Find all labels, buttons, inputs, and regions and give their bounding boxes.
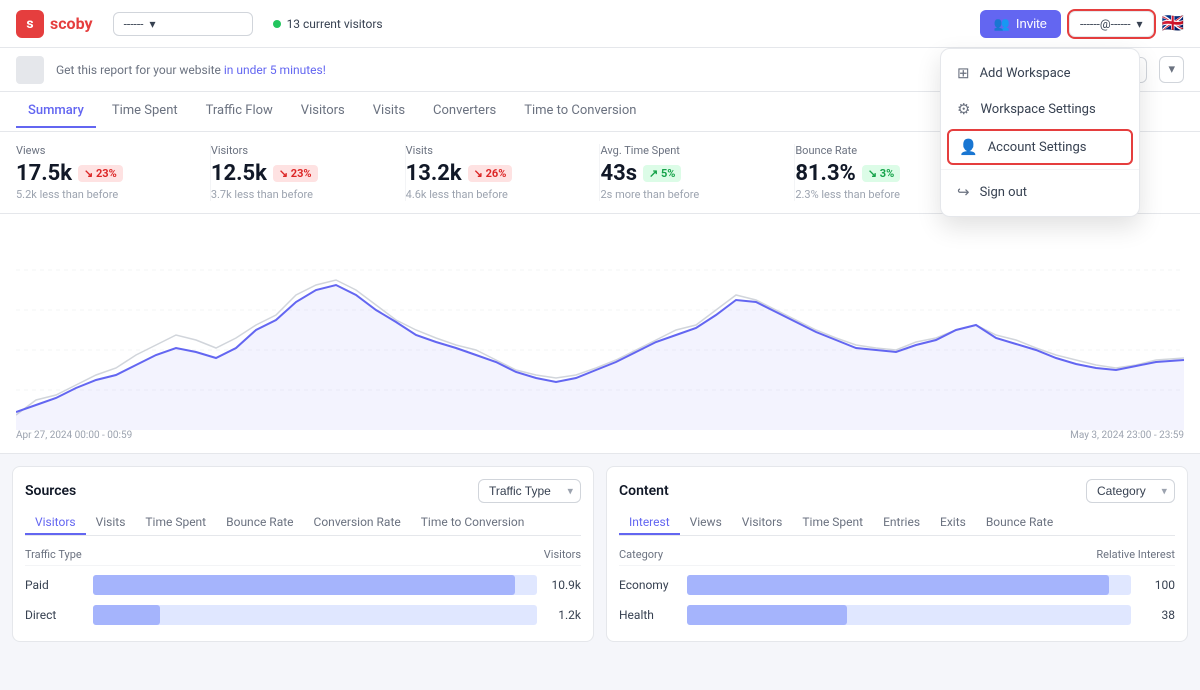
account-button[interactable]: ------@------ ▾ xyxy=(1069,11,1154,37)
expand-icon: ▾ xyxy=(1168,62,1175,77)
dropdown-divider xyxy=(941,169,1139,170)
avg-time-badge: ↗ 5% xyxy=(643,165,681,182)
main-chart xyxy=(16,230,1184,430)
chevron-down-icon: ▾ xyxy=(149,17,155,31)
sign-out-item[interactable]: ↪ Sign out xyxy=(941,174,1139,210)
content-title: Content xyxy=(619,483,669,499)
sources-tab-visitors[interactable]: Visitors xyxy=(25,511,86,535)
content-select-wrapper: Category xyxy=(1086,479,1175,503)
workspace-settings-label: Workspace Settings xyxy=(980,102,1095,117)
stat-visitors: Visitors 12.5k ↘ 23% 3.7k less than befo… xyxy=(211,144,406,201)
content-tabs: Interest Views Visitors Time Spent Entri… xyxy=(619,511,1175,536)
chart-area: Apr 27, 2024 00:00 - 00:59 May 3, 2024 2… xyxy=(0,214,1200,454)
chart-time-left: Apr 27, 2024 00:00 - 00:59 xyxy=(16,430,132,441)
chart-time-right: May 3, 2024 23:00 - 23:59 xyxy=(1070,430,1184,441)
report-notice: Get this report for your website in unde… xyxy=(56,63,326,77)
content-col2: Relative Interest xyxy=(1096,548,1175,561)
bounce-badge: ↘ 3% xyxy=(862,165,900,182)
sources-tab-visits[interactable]: Visits xyxy=(86,511,136,535)
workspace-settings-item[interactable]: ⚙ Workspace Settings xyxy=(941,91,1139,127)
stat-avg-time: Avg. Time Spent 43s ↗ 5% 2s more than be… xyxy=(600,144,795,201)
economy-bar xyxy=(687,575,1131,595)
content-table-header: Category Relative Interest xyxy=(619,544,1175,566)
content-tab-entries[interactable]: Entries xyxy=(873,511,930,535)
add-workspace-label: Add Workspace xyxy=(980,66,1071,81)
direct-bar xyxy=(93,605,537,625)
content-panel: Content Category Interest Views Visitors… xyxy=(606,466,1188,642)
signout-icon: ↪ xyxy=(957,183,970,201)
flag-icon: 🇬🇧 xyxy=(1162,13,1184,34)
invite-button[interactable]: 👥 Invite xyxy=(980,10,1061,38)
content-select[interactable]: Category xyxy=(1086,479,1175,503)
logo-text: scoby xyxy=(50,14,93,33)
sources-select-wrapper: Traffic Type xyxy=(478,479,581,503)
expand-button[interactable]: ▾ xyxy=(1159,56,1184,83)
header-right: 👥 Invite ------@------ ▾ 🇬🇧 xyxy=(980,10,1184,38)
sources-panel: Sources Traffic Type Visitors Visits Tim… xyxy=(12,466,594,642)
sources-tab-bounce-rate[interactable]: Bounce Rate xyxy=(216,511,303,535)
sources-select[interactable]: Traffic Type xyxy=(478,479,581,503)
sources-col1: Traffic Type xyxy=(25,548,82,561)
sources-title: Sources xyxy=(25,483,76,499)
logo-icon: s xyxy=(16,10,44,38)
content-col1: Category xyxy=(619,548,663,561)
health-bar xyxy=(687,605,1131,625)
person-icon: 👤 xyxy=(959,138,978,156)
tab-traffic-flow[interactable]: Traffic Flow xyxy=(194,95,285,128)
table-row: Direct 1.2k xyxy=(25,600,581,630)
sources-tab-time-to-conversion[interactable]: Time to Conversion xyxy=(411,511,535,535)
tab-summary[interactable]: Summary xyxy=(16,95,96,128)
invite-icon: 👥 xyxy=(994,16,1010,32)
chevron-down-icon: ▾ xyxy=(1137,17,1143,31)
account-settings-item[interactable]: 👤 Account Settings xyxy=(947,129,1133,165)
sources-tabs: Visitors Visits Time Spent Bounce Rate C… xyxy=(25,511,581,536)
sources-tab-time-spent[interactable]: Time Spent xyxy=(135,511,216,535)
dropdown-menu: ⊞ Add Workspace ⚙ Workspace Settings 👤 A… xyxy=(940,48,1140,217)
logo: s scoby xyxy=(16,10,93,38)
tab-time-to-conversion[interactable]: Time to Conversion xyxy=(512,95,648,128)
stat-views: Views 17.5k ↘ 23% 5.2k less than before xyxy=(16,144,211,201)
paid-bar xyxy=(93,575,537,595)
website-favicon xyxy=(16,56,44,84)
account-settings-label: Account Settings xyxy=(988,140,1087,155)
visits-badge: ↘ 26% xyxy=(468,165,513,182)
visitors-badge: ↘ 23% xyxy=(273,165,318,182)
visitors-count: 13 current visitors xyxy=(287,17,383,31)
content-tab-visitors[interactable]: Visitors xyxy=(732,511,793,535)
content-header: Content Category xyxy=(619,479,1175,503)
content-tab-views[interactable]: Views xyxy=(680,511,732,535)
content-tab-bounce-rate[interactable]: Bounce Rate xyxy=(976,511,1063,535)
tab-time-spent[interactable]: Time Spent xyxy=(100,95,190,128)
table-row: Economy 100 xyxy=(619,570,1175,600)
account-email: ------@------ xyxy=(1080,17,1131,31)
table-row: Health 38 xyxy=(619,600,1175,630)
bottom-section: Sources Traffic Type Visitors Visits Tim… xyxy=(0,454,1200,654)
sources-tab-conversion-rate[interactable]: Conversion Rate xyxy=(304,511,411,535)
report-notice-link[interactable]: in under 5 minutes! xyxy=(224,63,326,77)
sources-col2: Visitors xyxy=(544,548,581,561)
add-workspace-item[interactable]: ⊞ Add Workspace xyxy=(941,55,1139,91)
tab-converters[interactable]: Converters xyxy=(421,95,508,128)
sources-header: Sources Traffic Type xyxy=(25,479,581,503)
views-badge: ↘ 23% xyxy=(78,165,123,182)
online-indicator xyxy=(273,20,281,28)
visitors-badge: 13 current visitors xyxy=(273,17,383,31)
content-tab-interest[interactable]: Interest xyxy=(619,511,680,535)
header: s scoby ------ ▾ 13 current visitors 👥 I… xyxy=(0,0,1200,48)
table-row: Paid 10.9k xyxy=(25,570,581,600)
content-tab-exits[interactable]: Exits xyxy=(930,511,976,535)
content-tab-time-spent[interactable]: Time Spent xyxy=(792,511,873,535)
tab-visitors[interactable]: Visitors xyxy=(289,95,357,128)
gear-icon: ⚙ xyxy=(957,100,970,118)
sign-out-label: Sign out xyxy=(980,185,1027,200)
stat-visits: Visits 13.2k ↘ 26% 4.6k less than before xyxy=(406,144,601,201)
tab-visits[interactable]: Visits xyxy=(361,95,417,128)
invite-label: Invite xyxy=(1016,16,1047,31)
sources-table-header: Traffic Type Visitors xyxy=(25,544,581,566)
grid-icon: ⊞ xyxy=(957,64,970,82)
website-value: ------ xyxy=(124,17,144,31)
website-selector[interactable]: ------ ▾ xyxy=(113,12,253,36)
